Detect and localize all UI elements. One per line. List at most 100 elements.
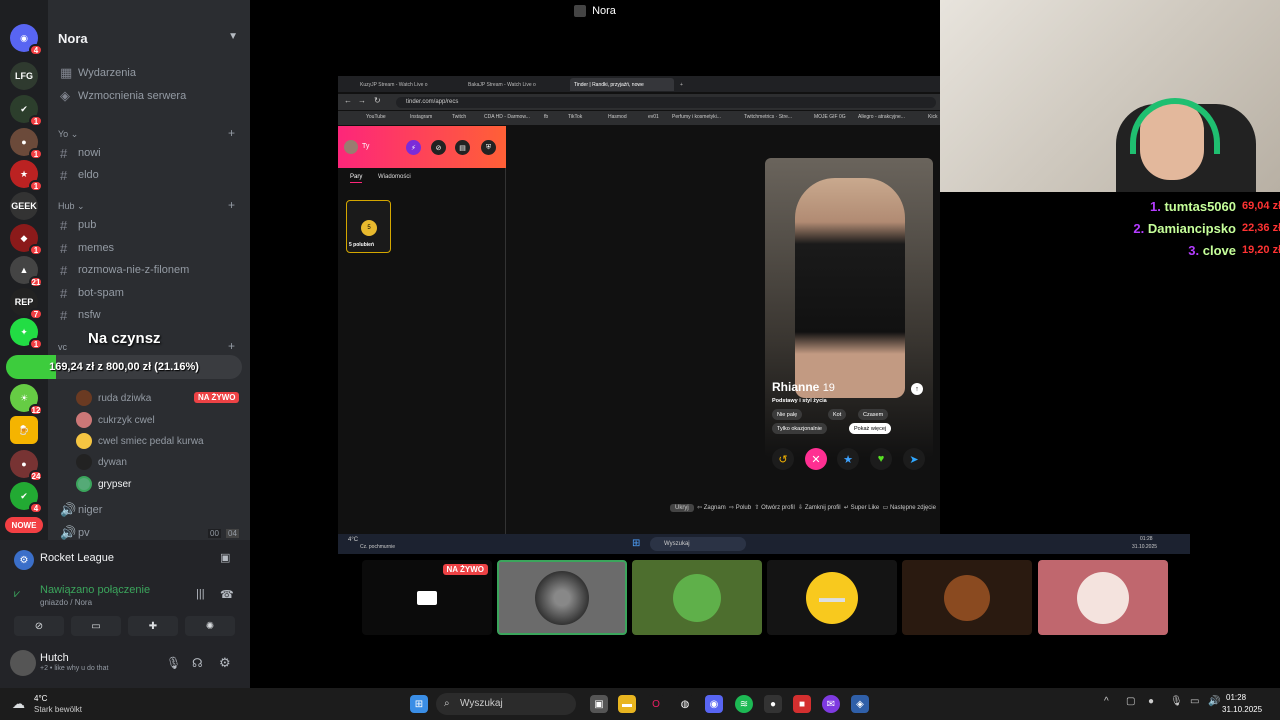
voice-channel-niger[interactable]: 🔊 niger: [60, 500, 240, 520]
task-view-icon[interactable]: ▣: [590, 695, 608, 713]
add-channel-icon[interactable]: +: [228, 198, 235, 212]
server-icon-7[interactable]: ▲ 21: [10, 256, 43, 288]
disconnect-icon[interactable]: ☎: [220, 588, 234, 601]
boost-icon[interactable]: ⚡: [406, 140, 421, 155]
super-like-button[interactable]: ★: [837, 448, 859, 470]
shield-icon[interactable]: ⛨: [481, 140, 496, 155]
channel-nsfw[interactable]: # nsfw: [60, 305, 240, 325]
back-icon[interactable]: ←: [344, 96, 352, 105]
boosts-item[interactable]: ◈ Wzmocnienia serwera: [60, 86, 240, 106]
briefcase-icon[interactable]: ▤: [455, 140, 470, 155]
bookmark[interactable]: CDA HD - Darmow...: [484, 114, 530, 120]
app-icon[interactable]: ■: [793, 695, 811, 713]
browser-tab[interactable]: BakaJP Stream - Watch Live o: [464, 78, 568, 91]
app-icon[interactable]: ◈: [851, 695, 869, 713]
profile-label[interactable]: Ty: [362, 143, 369, 150]
windows-start-icon[interactable]: ⊞: [410, 695, 428, 713]
search-bar[interactable]: ⌕ Wyszukaj: [436, 693, 576, 715]
file-explorer-icon[interactable]: ▬: [618, 695, 636, 713]
channel-memes[interactable]: # memes: [60, 238, 240, 258]
add-channel-icon[interactable]: +: [228, 339, 235, 353]
channel-pub[interactable]: # pub: [60, 215, 240, 235]
volume-icon[interactable]: 🔊: [1208, 696, 1220, 707]
category-hub[interactable]: Hub ⌄: [58, 201, 85, 212]
clock-date[interactable]: 31.10.2025: [1222, 705, 1262, 714]
participant-tile-stream[interactable]: NA ŻYWO: [362, 560, 492, 635]
add-channel-icon[interactable]: +: [228, 126, 235, 140]
voice-user[interactable]: dywan: [76, 453, 127, 471]
activity-icon[interactable]: ▣: [220, 551, 230, 564]
bookmark[interactable]: Allegro - atrakcyjne...: [858, 114, 905, 120]
microphone-icon[interactable]: 🎙: [1170, 696, 1183, 707]
participant-tile[interactable]: ▬▬: [767, 560, 897, 635]
server-icon-12[interactable]: ● 24: [10, 450, 43, 482]
voice-user[interactable]: grypser: [76, 475, 131, 493]
bookmark[interactable]: TikTok: [568, 114, 582, 120]
explore-icon[interactable]: ⊘: [431, 140, 446, 155]
profile-card[interactable]: Rhianne 19 ↑ Podstawy i styl życia Nie p…: [765, 158, 933, 458]
voice-user[interactable]: ruda dziwka: [76, 389, 151, 407]
channel-rozmowa[interactable]: # rozmowa-nie-z-filonem: [60, 260, 240, 280]
discord-icon[interactable]: ◉: [705, 695, 723, 713]
bookmark[interactable]: Instagram: [410, 114, 432, 120]
bookmark[interactable]: Twitch: [452, 114, 466, 120]
bookmark[interactable]: Perfumy i kosmetyki...: [672, 114, 721, 120]
url-field[interactable]: tinder.com/app/recs: [396, 97, 936, 108]
participant-tile[interactable]: [632, 560, 762, 635]
server-icon-10[interactable]: ☀ 12: [10, 384, 43, 416]
guild-header[interactable]: Nora ▼: [48, 22, 250, 54]
server-icon-4[interactable]: ★ 1: [10, 160, 43, 192]
new-servers-badge[interactable]: NOWE: [5, 517, 43, 533]
server-icon-13[interactable]: ✔ 4: [10, 482, 43, 514]
soundboard-button[interactable]: ✺: [185, 616, 235, 636]
browser-tab[interactable]: KuzyJP Stream - Watch Live o: [356, 78, 460, 91]
bookmark[interactable]: ev01: [648, 114, 659, 120]
forward-icon[interactable]: →: [358, 96, 366, 105]
participant-tile[interactable]: [902, 560, 1032, 635]
messenger-icon[interactable]: ✉: [822, 695, 840, 713]
bookmark[interactable]: YouTube: [366, 114, 386, 120]
tray-icon[interactable]: ●: [1148, 696, 1154, 707]
discord-home-icon[interactable]: ◉ 4: [10, 24, 43, 56]
bookmark[interactable]: MOJE GIF 0G: [814, 114, 846, 120]
bookmark[interactable]: fb: [544, 114, 548, 120]
browser-tab-active[interactable]: Tinder | Randki, przyjaźń, nowe: [570, 78, 674, 91]
opera-icon[interactable]: O: [647, 695, 665, 713]
bookmark[interactable]: Hasmod: [608, 114, 627, 120]
monitor-icon[interactable]: ▭: [1190, 696, 1199, 707]
voice-status[interactable]: Nawiązano połączenie: [40, 584, 150, 596]
tray-icon[interactable]: ▢: [1126, 696, 1135, 707]
server-icon-1[interactable]: LFG: [10, 62, 38, 90]
server-icon-2[interactable]: ✔ 1: [10, 95, 43, 127]
channel-bot-spam[interactable]: # bot-spam: [60, 283, 240, 303]
rewind-button[interactable]: ↺: [772, 448, 794, 470]
tab-matches[interactable]: Pary: [350, 174, 363, 183]
tab-messages[interactable]: Wiadomości: [378, 174, 411, 180]
reload-icon[interactable]: ↻: [374, 96, 381, 105]
likes-card[interactable]: 5 5 polubień: [346, 200, 391, 253]
channel-nowi[interactable]: # nowi: [60, 143, 240, 163]
bookmark[interactable]: Kick: [928, 114, 937, 120]
show-more-button[interactable]: Pokaż więcej: [849, 423, 892, 434]
server-icon-5[interactable]: GEEK: [10, 192, 38, 220]
gear-icon[interactable]: ⚙: [219, 655, 231, 671]
soundboard-icon[interactable]: |||: [196, 588, 205, 600]
server-icon-11[interactable]: 🍺: [10, 416, 38, 444]
chrome-icon[interactable]: ◍: [676, 695, 694, 713]
avatar[interactable]: [344, 140, 358, 154]
participant-tile-speaking[interactable]: [497, 560, 627, 635]
boost-button[interactable]: ➤: [903, 448, 925, 470]
voice-user[interactable]: cukrzyk cwel: [76, 411, 155, 429]
server-icon-6[interactable]: ◆ 1: [10, 224, 43, 256]
nope-button[interactable]: ✕: [805, 448, 827, 470]
microphone-icon[interactable]: 🎙: [166, 656, 181, 670]
camera-off-button[interactable]: ⊘: [14, 616, 64, 636]
headphones-icon[interactable]: ☊: [192, 656, 203, 670]
category-yo[interactable]: Yo ⌄: [58, 129, 78, 140]
server-icon-9[interactable]: ✦ 1: [10, 318, 43, 350]
spotify-icon[interactable]: ≋: [735, 695, 753, 713]
voice-location[interactable]: gniazdo / Nora: [40, 598, 92, 607]
category-vc[interactable]: vc: [58, 342, 67, 352]
events-item[interactable]: ▦ Wydarzenia: [60, 63, 240, 83]
server-icon-8[interactable]: REP 7: [10, 288, 43, 320]
